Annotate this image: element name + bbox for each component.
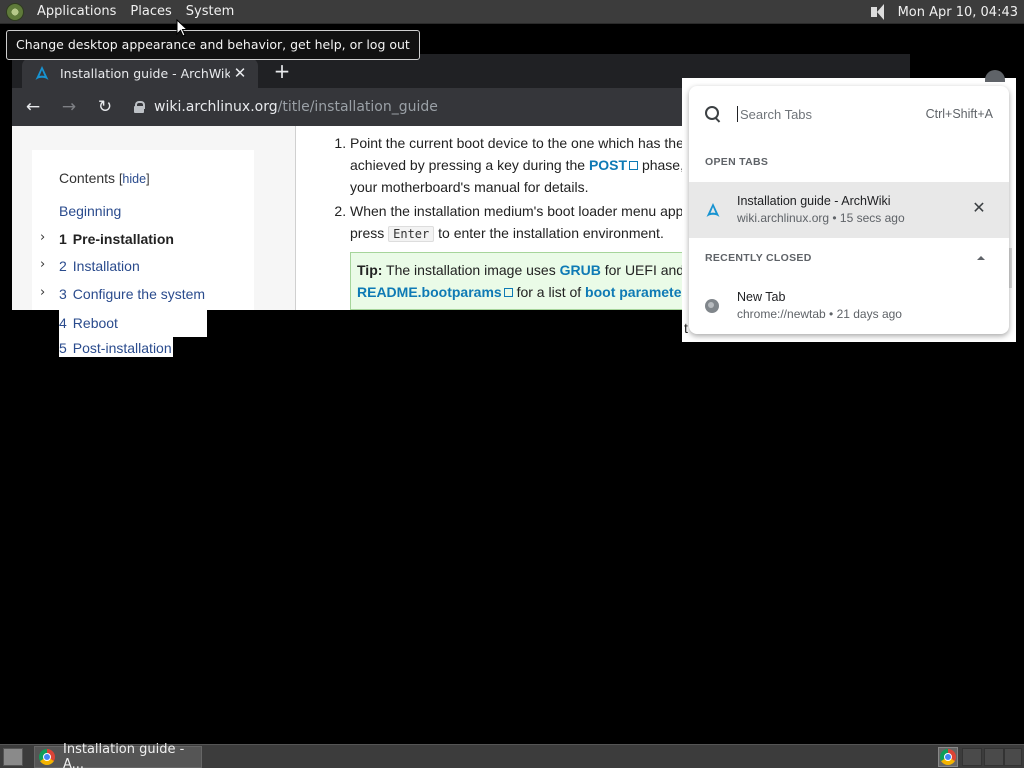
boot-parameter-link[interactable]: boot parameter — [585, 284, 687, 300]
text: for a list of — [512, 284, 586, 300]
row-subtitle: chrome://newtab • 21 days ago — [737, 307, 902, 321]
toc-item-post-installation[interactable]: 5 Post-installation — [59, 337, 173, 357]
close-tab-icon[interactable]: ✕ — [969, 199, 989, 219]
tab-search-popup: Ctrl+Shift+A OPEN TABS Installation guid… — [689, 86, 1009, 334]
text: phase, — [638, 157, 684, 173]
chrome-icon — [940, 749, 956, 765]
profile-avatar[interactable] — [985, 70, 1005, 82]
show-desktop-icon[interactable] — [3, 748, 23, 766]
text: t — [684, 320, 688, 336]
bottom-panel: Installation guide - A... — [0, 742, 1024, 768]
toc-item-reboot[interactable]: 4 Reboot — [59, 310, 207, 337]
chrome-icon — [39, 749, 55, 765]
chevron-right-icon[interactable]: › — [40, 230, 45, 245]
recently-closed-label: RECENTLY CLOSED — [705, 252, 812, 264]
workspace-switcher[interactable] — [962, 748, 982, 766]
text: achieved by pressing a key during the — [350, 157, 589, 173]
text: The installation image uses — [382, 262, 560, 278]
new-tab-button[interactable]: + — [270, 60, 294, 84]
reload-button[interactable]: ↻ — [90, 92, 120, 122]
tab-search-bar: Ctrl+Shift+A — [689, 86, 1009, 142]
toc-heading: Contents [hide] — [59, 170, 150, 186]
url-path: /title/installation_guide — [277, 99, 438, 115]
lock-icon[interactable] — [134, 101, 145, 113]
toc-hide-link[interactable]: hide — [122, 172, 146, 186]
taskbar-item-label: Installation guide - A... — [63, 742, 185, 768]
forward-button[interactable]: → — [54, 92, 84, 122]
toc-item-configure[interactable]: 3 Configure the system — [59, 286, 205, 302]
enter-key: Enter — [388, 226, 435, 242]
row-title: New Tab — [737, 290, 786, 304]
post-link[interactable]: POST — [589, 157, 627, 173]
volume-icon[interactable] — [866, 2, 888, 22]
url-host: wiki.archlinux.org — [154, 99, 278, 115]
toc-item-installation[interactable]: 2 Installation — [59, 258, 140, 274]
external-link-icon — [629, 161, 639, 170]
grub-link[interactable]: GRUB — [560, 262, 601, 278]
search-tabs-input[interactable] — [737, 106, 926, 122]
row-subtitle: wiki.archlinux.org • 15 secs ago — [737, 211, 905, 225]
back-button[interactable]: ← — [18, 92, 48, 122]
tab-close-icon[interactable]: ✕ — [230, 63, 250, 83]
text: When the installation medium's boot load… — [350, 203, 692, 219]
text: press — [350, 225, 389, 241]
panel-tray: Mon Apr 10, 04:43 — [866, 0, 1024, 24]
row-title: Installation guide - ArchWiki — [737, 194, 891, 208]
workspace-switcher[interactable] — [984, 748, 1004, 766]
text: for UEFI and s — [600, 262, 695, 278]
text: to enter the installation environment. — [434, 225, 664, 241]
search-icon — [705, 106, 721, 122]
toc-item-beginning[interactable]: Beginning — [59, 203, 121, 219]
trash-icon[interactable] — [1004, 748, 1022, 766]
top-panel: Applications Places System Mon Apr 10, 0… — [0, 0, 1024, 24]
open-tabs-label: OPEN TABS — [705, 156, 769, 168]
arch-linux-icon — [706, 203, 720, 217]
tab-title: Installation guide - ArchWiki — [60, 65, 230, 81]
menu-places[interactable]: Places — [123, 0, 178, 24]
globe-icon — [705, 299, 721, 315]
chevron-right-icon[interactable]: › — [40, 285, 45, 300]
chevron-right-icon[interactable]: › — [40, 257, 45, 272]
gnome-foot-icon[interactable] — [6, 2, 24, 21]
readme-bootparams-link[interactable]: README.bootparams — [357, 284, 502, 300]
text: your motherboard's manual for details. — [350, 179, 589, 195]
menu-system[interactable]: System — [179, 0, 241, 24]
taskbar-item-browser[interactable]: Installation guide - A... — [34, 742, 202, 768]
workspace-chrome[interactable] — [938, 747, 958, 767]
text: Point the current boot device to the one… — [350, 135, 697, 151]
menu-applications[interactable]: Applications — [30, 0, 123, 24]
toc-item-pre-installation[interactable]: 1 Pre-installation — [59, 231, 174, 247]
chevron-up-icon[interactable] — [977, 256, 985, 260]
arch-linux-icon — [35, 66, 49, 80]
recently-closed-row[interactable]: New Tab chrome://newtab • 21 days ago — [689, 278, 1009, 334]
open-tab-row[interactable]: Installation guide - ArchWiki wiki.archl… — [689, 182, 1009, 238]
system-menu-tooltip: Change desktop appearance and behavior, … — [6, 30, 420, 60]
tip-box: Tip: The installation image uses GRUB fo… — [350, 252, 710, 310]
tip-label: Tip: — [357, 262, 383, 278]
shortcut-hint: Ctrl+Shift+A — [925, 107, 993, 121]
clock[interactable]: Mon Apr 10, 04:43 — [898, 5, 1024, 20]
external-link-icon — [503, 288, 513, 297]
tab-installation-guide[interactable]: Installation guide - ArchWiki ✕ — [22, 58, 258, 88]
